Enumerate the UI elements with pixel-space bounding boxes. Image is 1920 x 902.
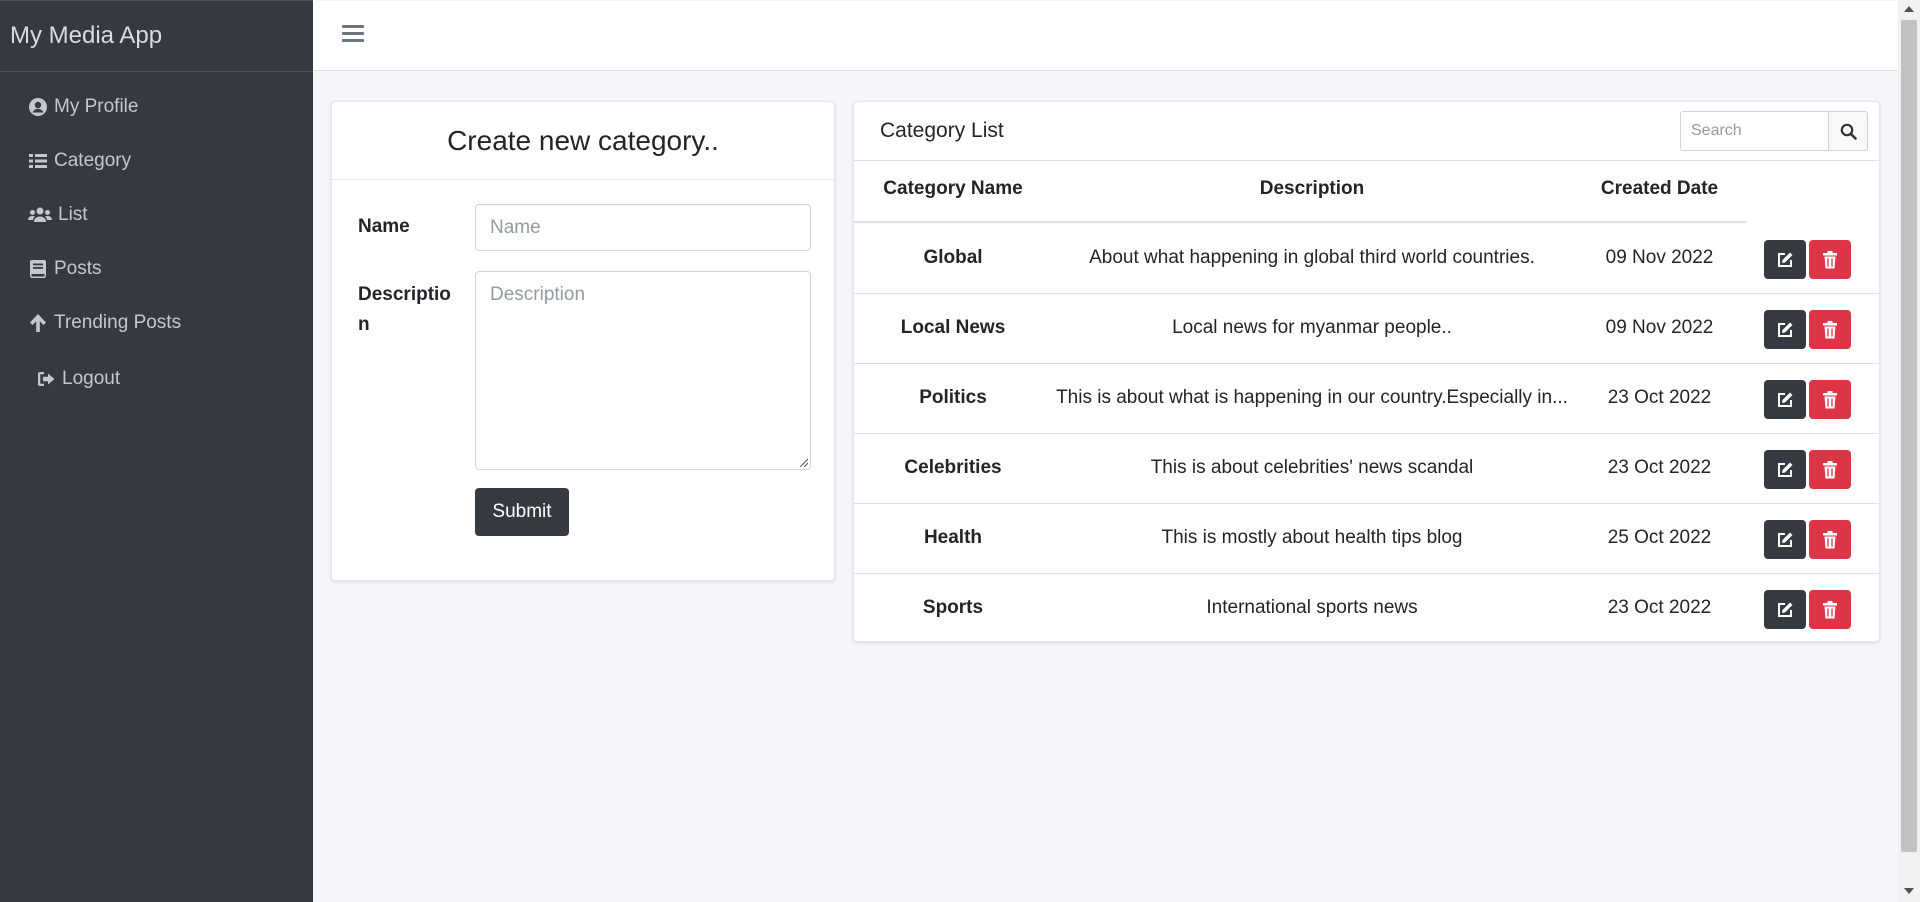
- table-row: Politics This is about what is happening…: [854, 363, 1879, 434]
- edit-button[interactable]: [1764, 520, 1806, 559]
- table-row: Local News Local news for myanmar people…: [854, 293, 1879, 364]
- search-button[interactable]: [1828, 111, 1868, 151]
- description-textarea[interactable]: [475, 271, 811, 470]
- delete-button[interactable]: [1809, 450, 1851, 489]
- created-date-cell: 09 Nov 2022: [1605, 247, 1714, 268]
- brand[interactable]: My Media App: [0, 1, 313, 72]
- form-title: Create new category..: [447, 124, 719, 156]
- trash-icon: [1823, 600, 1837, 618]
- delete-button[interactable]: [1809, 520, 1851, 559]
- edit-icon: [1778, 252, 1793, 267]
- delete-button[interactable]: [1809, 240, 1851, 279]
- form-header: Create new category..: [332, 102, 834, 180]
- sidebar-item-trending-posts[interactable]: Trending Posts: [28, 312, 181, 334]
- name-label: Name: [358, 216, 410, 237]
- created-date-cell: 23 Oct 2022: [1607, 457, 1712, 478]
- description-label-line-1: Descriptio: [358, 284, 451, 305]
- scroll-down-arrow-icon[interactable]: [1904, 888, 1914, 894]
- resize-handle-icon[interactable]: [800, 459, 808, 467]
- category-name-cell: Celebrities: [904, 457, 1002, 478]
- description-field-wrap: [475, 271, 811, 470]
- arrow-up-icon: [30, 314, 46, 332]
- logout-label: Logout: [62, 368, 121, 389]
- description-cell: Local news for myanmar people..: [1172, 317, 1452, 338]
- list-title: Category List: [880, 119, 1004, 142]
- sidebar-item-label: Posts: [54, 258, 102, 279]
- table-row: Celebrities This is about celebrities' n…: [854, 433, 1879, 504]
- page-scrollbar[interactable]: [1898, 0, 1920, 902]
- description-label-line-2: n: [358, 314, 370, 335]
- edit-button[interactable]: [1764, 450, 1806, 489]
- sidebar-item-label: Trending Posts: [54, 312, 182, 333]
- table-row: Health This is mostly about health tips …: [854, 503, 1879, 574]
- scrollbar-thumb[interactable]: [1901, 20, 1917, 852]
- edit-icon: [1778, 322, 1793, 337]
- column-header-created-date: Created Date: [1600, 178, 1719, 199]
- edit-button[interactable]: [1764, 310, 1806, 349]
- created-date-cell: 25 Oct 2022: [1607, 527, 1712, 548]
- search-group: [1680, 111, 1868, 151]
- edit-icon: [1778, 462, 1793, 477]
- sidebar-item-my-profile[interactable]: My Profile: [28, 96, 138, 118]
- submit-button[interactable]: Submit: [475, 488, 569, 536]
- description-label: Descriptio n: [358, 280, 451, 340]
- brand-text: My Media App: [10, 22, 163, 49]
- users-icon: [28, 207, 52, 222]
- trash-icon: [1823, 390, 1837, 408]
- category-name-cell: Local News: [900, 317, 1006, 338]
- delete-button[interactable]: [1809, 590, 1851, 629]
- description-cell: About what happening in global third wor…: [1089, 247, 1535, 268]
- scroll-up-arrow-icon[interactable]: [1904, 6, 1914, 12]
- list-icon: [29, 154, 47, 168]
- description-cell: International sports news: [1206, 597, 1418, 618]
- user-circle-icon: [29, 98, 47, 116]
- search-icon: [1840, 123, 1857, 140]
- table-row: Sports International sports news 23 Oct …: [854, 573, 1879, 643]
- sidebar-item-posts[interactable]: Posts: [28, 258, 102, 280]
- description-cell: This is mostly about health tips blog: [1161, 527, 1463, 548]
- sidebar-item-label: My Profile: [54, 96, 139, 117]
- table-row: Global About what happening in global th…: [854, 223, 1879, 294]
- category-name-cell: Health: [923, 527, 983, 548]
- edit-icon: [1778, 602, 1793, 617]
- category-name-cell: Global: [923, 247, 983, 268]
- logout-link[interactable]: Logout: [36, 368, 120, 390]
- trash-icon: [1823, 460, 1837, 478]
- category-name-cell: Sports: [922, 597, 984, 618]
- edit-icon: [1778, 392, 1793, 407]
- top-navbar: [313, 1, 1900, 71]
- description-cell: This is about what is happening in our c…: [1056, 387, 1568, 408]
- delete-button[interactable]: [1809, 380, 1851, 419]
- delete-button[interactable]: [1809, 310, 1851, 349]
- sidebar-item-label: Category: [54, 150, 132, 171]
- trash-icon: [1823, 320, 1837, 338]
- edit-icon: [1778, 532, 1793, 547]
- created-date-cell: 09 Nov 2022: [1605, 317, 1714, 338]
- name-input[interactable]: [475, 204, 811, 251]
- trash-icon: [1823, 250, 1837, 268]
- trash-icon: [1823, 530, 1837, 548]
- created-date-cell: 23 Oct 2022: [1607, 387, 1712, 408]
- edit-button[interactable]: [1764, 380, 1806, 419]
- category-list-card: Category List Category Name Description …: [853, 101, 1880, 642]
- hamburger-menu-icon[interactable]: [342, 25, 364, 45]
- search-input[interactable]: [1680, 111, 1828, 151]
- created-date-cell: 23 Oct 2022: [1607, 597, 1712, 618]
- category-name-cell: Politics: [919, 387, 987, 408]
- sidebar-item-category[interactable]: Category: [28, 150, 131, 172]
- create-category-card: Create new category.. Name Descriptio n …: [331, 101, 835, 581]
- description-cell: This is about celebrities' news scandal: [1150, 457, 1474, 478]
- sign-out-icon: [38, 372, 55, 386]
- sidebar-item-list[interactable]: List: [28, 204, 88, 226]
- book-icon: [30, 260, 46, 278]
- edit-button[interactable]: [1764, 590, 1806, 629]
- column-header-description: Description: [1259, 178, 1365, 199]
- list-header-divider: [854, 160, 1879, 161]
- sidebar: My Media App My Profile Category List Po…: [0, 0, 313, 902]
- sidebar-item-label: List: [58, 204, 88, 225]
- edit-button[interactable]: [1764, 240, 1806, 279]
- column-header-category-name: Category Name: [883, 178, 1023, 199]
